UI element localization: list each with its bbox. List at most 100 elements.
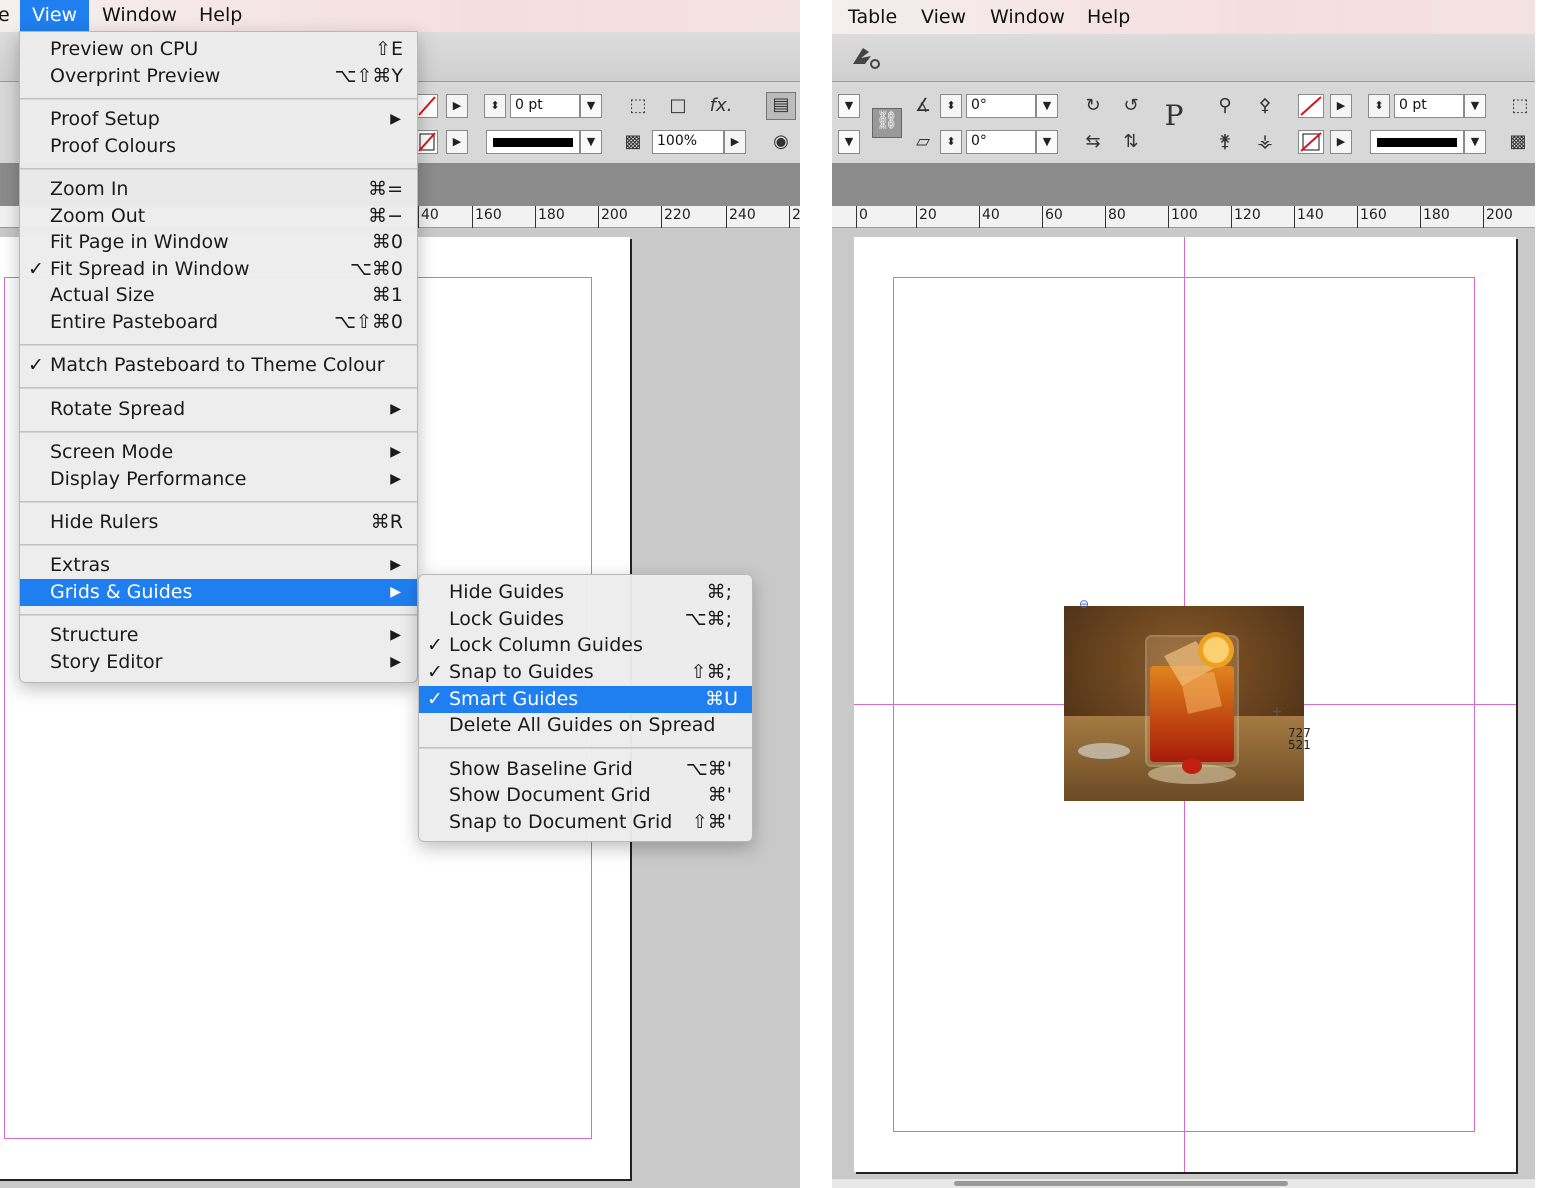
rotate-angle-field[interactable]: 0°: [966, 94, 1036, 118]
menu-item-hide-guides[interactable]: Hide Guides ⌘;: [419, 579, 752, 606]
rotate-ccw-icon[interactable]: ↺: [1118, 94, 1144, 118]
menu-item-actual-size[interactable]: Actual Size ⌘1: [20, 282, 417, 309]
menu-item-extras[interactable]: Extras ▶: [20, 552, 417, 579]
p-reference-icon[interactable]: P: [1154, 102, 1194, 130]
menu-item-snap-to-guides[interactable]: ✓ Snap to Guides ⇧⌘;: [419, 659, 752, 686]
pasteboard: ⊖ + 727 521: [832, 229, 1535, 1188]
ruler-label: 40: [418, 206, 439, 228]
frame-fitting-icon[interactable]: ⬚: [1508, 94, 1532, 118]
menu-item-lock-column-guides[interactable]: ✓ Lock Column Guides: [419, 632, 752, 659]
rotate-dropdown[interactable]: ▼: [1036, 94, 1058, 118]
fill-swatch[interactable]: [1298, 94, 1324, 118]
grids-guides-submenu: Hide Guides ⌘; Lock Guides ⌥⌘; ✓ Lock Colum…: [418, 574, 753, 842]
menu-item-display-performance[interactable]: Display Performance ▶: [20, 466, 417, 493]
stroke-type-field[interactable]: [1370, 130, 1464, 154]
flip-vertical-icon[interactable]: ⇅: [1118, 130, 1144, 154]
menu-item-proof-colours[interactable]: Proof Colours: [20, 133, 417, 160]
menu-table[interactable]: Table: [848, 6, 897, 28]
menu-item-delete-guides[interactable]: Delete All Guides on Spread: [419, 712, 752, 739]
constrain-proportions-icon[interactable]: ⛓: [872, 108, 902, 138]
menu-item-match-pasteboard[interactable]: ✓ Match Pasteboard to Theme Colour: [20, 352, 417, 379]
menu-item-rotate-spread[interactable]: Rotate Spread ▶: [20, 396, 417, 423]
ruler-label: 160: [472, 206, 502, 228]
ruler-label: 100: [1168, 206, 1198, 228]
stroke-weight-stepper[interactable]: ⬍: [1368, 94, 1390, 118]
menu-bar: Table View Window Help: [832, 0, 1535, 34]
stroke-menu-button[interactable]: ▶: [1330, 130, 1352, 154]
stroke-weight-dropdown[interactable]: ▼: [1464, 94, 1486, 118]
scrollbar-thumb[interactable]: [954, 1181, 1288, 1186]
menu-bar: e View Window Help: [0, 0, 800, 32]
ruler-label: 220: [661, 206, 691, 228]
select-next-icon[interactable]: ⚶: [1250, 130, 1280, 154]
link-icon[interactable]: ⊖: [1072, 597, 1096, 611]
checkmark-icon: ✓: [28, 354, 44, 376]
menu-help[interactable]: Help: [199, 4, 242, 26]
fill-swatch[interactable]: [416, 94, 438, 118]
stroke-weight-field[interactable]: 0 pt: [1394, 94, 1464, 118]
horizontal-ruler: 0 20 40 60 80 100 120 140 160 180 200: [832, 206, 1535, 228]
menu-item-structure[interactable]: Structure ▶: [20, 622, 417, 649]
menu-item-show-document-grid[interactable]: Show Document Grid ⌘': [419, 782, 752, 809]
rotate-cw-icon[interactable]: ↻: [1080, 94, 1106, 118]
effects-panel-icon[interactable]: ◉: [768, 130, 794, 154]
image-frame[interactable]: [1064, 606, 1304, 801]
ruler-label: 60: [1042, 206, 1063, 228]
stroke-type-field[interactable]: [486, 130, 580, 154]
stroke-swatch[interactable]: [1298, 130, 1324, 154]
menu-window[interactable]: Window: [102, 4, 177, 26]
reference-dropdown[interactable]: ▼: [838, 94, 860, 118]
menu-item-hide-rulers[interactable]: Hide Rulers ⌘R: [20, 509, 417, 536]
stroke-type-dropdown[interactable]: ▼: [580, 130, 602, 154]
menu-item-overprint-preview[interactable]: Overprint Preview ⌥⇧⌘Y: [20, 63, 417, 90]
reference-dropdown-2[interactable]: ▼: [838, 130, 860, 154]
stroke-swatch[interactable]: [416, 130, 438, 154]
menu-item-preview-cpu[interactable]: Preview on CPU ⇧E: [20, 36, 417, 63]
fill-menu-button[interactable]: ▶: [1330, 94, 1352, 118]
menu-item-screen-mode[interactable]: Screen Mode ▶: [20, 439, 417, 466]
select-content-icon[interactable]: ⚵: [1212, 130, 1238, 154]
shear-angle-field[interactable]: 0°: [966, 130, 1036, 154]
ruler-label: 200: [1483, 206, 1513, 228]
opacity-field[interactable]: 100%: [652, 130, 724, 154]
shear-dropdown[interactable]: ▼: [1036, 130, 1058, 154]
menu-item-grids-guides[interactable]: Grids & Guides ▶: [20, 579, 417, 606]
menu-item-story-editor[interactable]: Story Editor ▶: [20, 649, 417, 676]
menu-item-snap-document-grid[interactable]: Snap to Document Grid ⇧⌘': [419, 809, 752, 836]
feather-icon[interactable]: [848, 44, 882, 77]
stroke-weight-field[interactable]: 0 pt: [510, 94, 580, 118]
view-menu: Preview on CPU ⇧E Overprint Preview ⌥⇧⌘Y P…: [19, 31, 418, 683]
frame-fitting-icon[interactable]: ⬚: [626, 94, 650, 118]
rotate-stepper[interactable]: ⬍: [940, 94, 962, 118]
fill-menu-button[interactable]: ▶: [446, 94, 468, 118]
opacity-menu-button[interactable]: ▶: [724, 130, 746, 154]
effects-fx-icon[interactable]: fx.: [706, 94, 736, 118]
menu-item-fit-page[interactable]: Fit Page in Window ⌘0: [20, 229, 417, 256]
select-container-icon[interactable]: ⚲: [1212, 94, 1238, 118]
menu-view[interactable]: View: [921, 6, 966, 28]
menu-help[interactable]: Help: [1087, 6, 1130, 28]
checkmark-icon: ✓: [427, 661, 443, 683]
select-previous-icon[interactable]: ⚴: [1250, 94, 1280, 118]
document-page[interactable]: ⊖ + 727 521: [854, 237, 1516, 1172]
shear-stepper[interactable]: ⬍: [940, 130, 962, 154]
stroke-weight-dropdown[interactable]: ▼: [580, 94, 602, 118]
stroke-type-dropdown[interactable]: ▼: [1464, 130, 1486, 154]
menu-item-lock-guides[interactable]: Lock Guides ⌥⌘;: [419, 606, 752, 633]
stroke-weight-stepper[interactable]: ⬍: [484, 94, 506, 118]
menu-item-entire-pasteboard[interactable]: Entire Pasteboard ⌥⇧⌘0: [20, 309, 417, 336]
text-wrap-icon[interactable]: ▤: [766, 92, 796, 120]
menu-item-proof-setup[interactable]: Proof Setup ▶: [20, 106, 417, 133]
menu-item-show-baseline-grid[interactable]: Show Baseline Grid ⌥⌘': [419, 756, 752, 783]
menu-view[interactable]: View: [20, 0, 90, 31]
horizontal-scrollbar[interactable]: [832, 1179, 1535, 1188]
menu-item-smart-guides[interactable]: ✓ Smart Guides ⌘U: [419, 686, 752, 713]
drop-shadow-box-icon[interactable]: □: [666, 94, 690, 118]
menu-item-fit-spread[interactable]: ✓ Fit Spread in Window ⌥⌘0: [20, 256, 417, 283]
menu-item-zoom-out[interactable]: Zoom Out ⌘−: [20, 203, 417, 230]
menu-window[interactable]: Window: [990, 6, 1065, 28]
menu-partial[interactable]: e: [0, 4, 10, 26]
flip-horizontal-icon[interactable]: ⇆: [1080, 130, 1106, 154]
menu-item-zoom-in[interactable]: Zoom In ⌘=: [20, 176, 417, 203]
stroke-menu-button[interactable]: ▶: [446, 130, 468, 154]
